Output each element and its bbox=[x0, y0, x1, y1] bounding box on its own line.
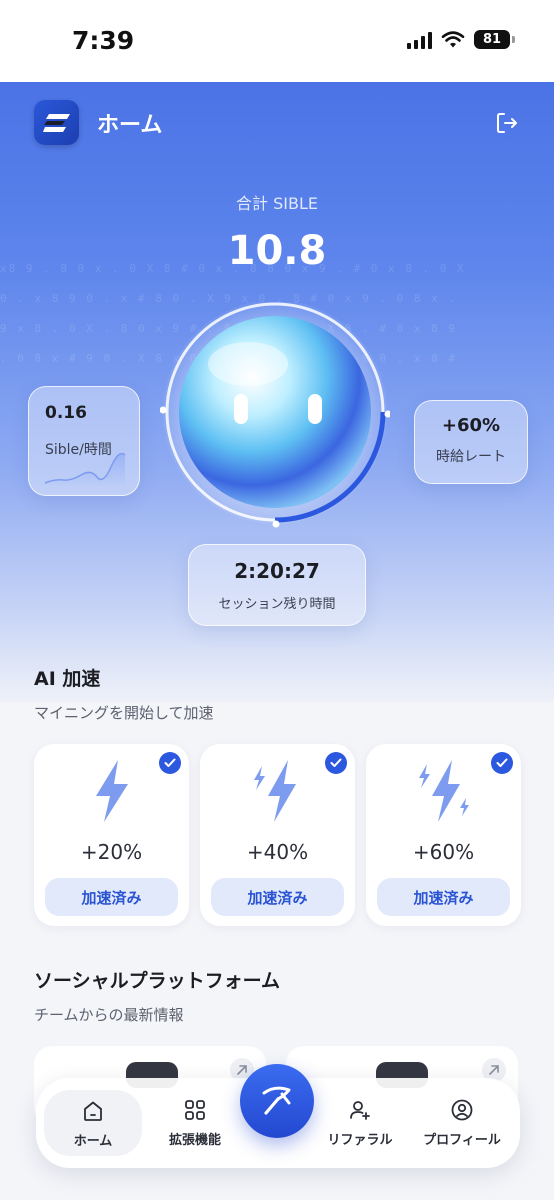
boost-tile-40[interactable]: +40% 加速済み bbox=[200, 744, 355, 926]
triple-lightning-icon bbox=[418, 760, 469, 822]
logo-icon bbox=[42, 113, 70, 132]
ai-boost-title: AI 加速 bbox=[34, 668, 101, 690]
social-subtitle: チームからの最新情報 bbox=[34, 1006, 184, 1024]
total-balance: 10.8 bbox=[227, 228, 327, 274]
session-time-label: セッション残り時間 bbox=[218, 597, 336, 612]
hourly-boost-label: 時給レート bbox=[436, 449, 506, 465]
nav-profile[interactable]: プロフィール bbox=[410, 1098, 514, 1148]
ai-boost-subtitle: マイニングを開始して加速 bbox=[34, 704, 214, 722]
hourly-boost-value: +60% bbox=[441, 415, 501, 436]
mining-orb[interactable] bbox=[159, 300, 392, 528]
status-bar: 7:39 81 bbox=[0, 0, 554, 82]
nav-referral-label: リファラル bbox=[327, 1133, 393, 1148]
nav-home-label: ホーム bbox=[73, 1134, 113, 1149]
hourly-boost-card: +60% 時給レート bbox=[414, 400, 528, 484]
nav-profile-label: プロフィール bbox=[423, 1133, 501, 1148]
add-user-icon bbox=[350, 1101, 370, 1120]
trend-chart-icon bbox=[44, 453, 126, 487]
battery-icon: 81 bbox=[474, 30, 515, 49]
boost-percent: +20% bbox=[80, 840, 143, 864]
boost-button[interactable]: 加速済み bbox=[377, 878, 510, 916]
lightning-icon bbox=[95, 760, 128, 822]
mining-rate-value: 0.16 bbox=[45, 403, 87, 423]
check-icon bbox=[325, 752, 347, 774]
pickaxe-icon bbox=[262, 1086, 291, 1115]
check-icon bbox=[159, 752, 181, 774]
mining-rate-card: 0.16 Sible/時間 bbox=[28, 386, 140, 496]
battery-level: 81 bbox=[482, 32, 502, 47]
app-header: ホーム bbox=[34, 100, 162, 145]
home-icon bbox=[84, 1101, 102, 1121]
app-logo[interactable] bbox=[34, 100, 79, 145]
status-icons: 81 bbox=[407, 30, 515, 49]
page-title: ホーム bbox=[97, 112, 163, 138]
nav-extensions[interactable]: 拡張機能 bbox=[154, 1098, 236, 1148]
grid-icon bbox=[185, 1100, 205, 1120]
session-time-value: 2:20:27 bbox=[234, 559, 320, 583]
boost-button[interactable]: 加速済み bbox=[211, 878, 344, 916]
status-time: 7:39 bbox=[72, 26, 135, 55]
orb-eye-right bbox=[308, 394, 322, 424]
session-timer-card: 2:20:27 セッション残り時間 bbox=[188, 544, 366, 626]
total-label: 合計 SIBLE bbox=[236, 194, 318, 213]
double-lightning-icon bbox=[253, 760, 296, 822]
wifi-icon bbox=[441, 30, 465, 47]
logout-icon[interactable] bbox=[494, 110, 520, 136]
cellular-signal-icon bbox=[407, 31, 432, 49]
nav-referral[interactable]: リファラル bbox=[318, 1098, 402, 1148]
mine-button[interactable] bbox=[240, 1064, 314, 1138]
boost-tile-20[interactable]: +20% 加速済み bbox=[34, 744, 189, 926]
social-title: ソーシャルプラットフォーム bbox=[34, 970, 281, 992]
boost-button[interactable]: 加速済み bbox=[45, 878, 178, 916]
nav-home[interactable]: ホーム bbox=[44, 1090, 142, 1156]
boost-percent: +40% bbox=[246, 840, 309, 864]
orb-eye-left bbox=[234, 394, 248, 424]
boost-percent: +60% bbox=[412, 840, 475, 864]
boost-tile-60[interactable]: +60% 加速済み bbox=[366, 744, 521, 926]
profile-icon bbox=[451, 1099, 473, 1121]
check-icon bbox=[491, 752, 513, 774]
nav-extensions-label: 拡張機能 bbox=[168, 1133, 221, 1148]
